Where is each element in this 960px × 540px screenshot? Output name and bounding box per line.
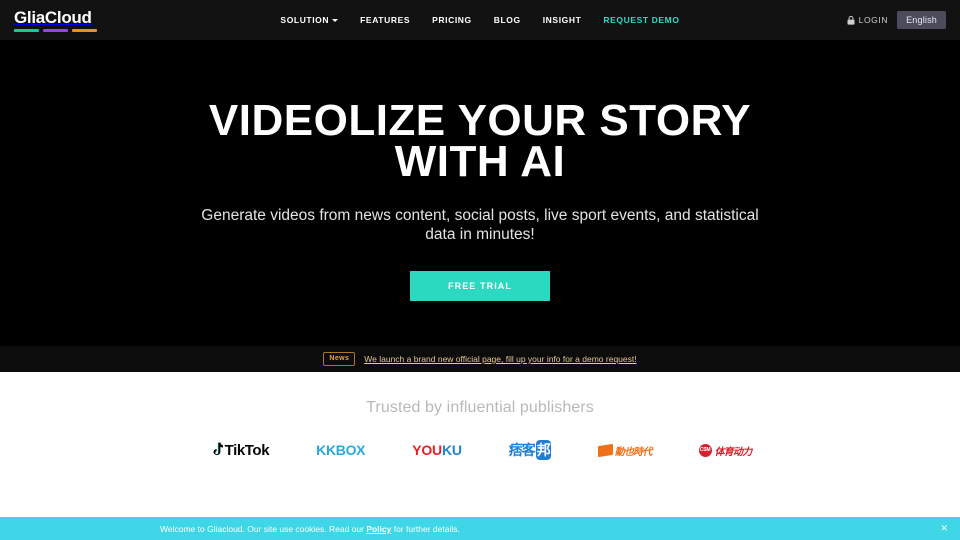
publisher-logo-tiktok: TikTok [209, 439, 270, 461]
nav-item-blog[interactable]: BLOG [494, 15, 521, 25]
nav-item-insight[interactable]: INSIGHT [543, 15, 582, 25]
kkbox-label: KKBOX [316, 442, 366, 458]
login-label: LOGIN [858, 15, 889, 25]
hero-subtitle: Generate videos from news content, socia… [201, 207, 759, 243]
youku-label-part2: KU [441, 442, 462, 458]
nav-item-pricing[interactable]: PRICING [432, 15, 472, 25]
cookie-text-before: Welcome to Gliacloud. Our site use cooki… [160, 523, 367, 534]
site-logo[interactable]: GliaCloud [14, 7, 97, 32]
lock-icon [847, 15, 855, 25]
tiktok-note-icon [213, 442, 223, 456]
csm-circle-icon: CSM [698, 443, 712, 457]
news-announcement-bar: News We launch a brand new official page… [0, 346, 960, 372]
publisher-logo-csm-tiyu-dongli: CSM 体育动力 [698, 439, 753, 461]
nav-label-solution: SOLUTION [280, 15, 330, 25]
hero-title: VIDEOLIZE YOUR STORY WITH AI [208, 96, 752, 186]
login-link[interactable]: LOGIN [847, 15, 888, 25]
youku-label-part1: YOU [412, 442, 442, 458]
pixnet-label-part2: 邦 [535, 440, 551, 460]
publisher-logo-dongli-shidai: 動也時代 [597, 439, 653, 461]
publisher-logo-kkbox: KKBOX [316, 439, 365, 461]
dongli-label: 動也時代 [614, 446, 653, 458]
publisher-logo-row: TikTok KKBOX YOU KU 痞客 邦 動也時代 CSM 体育动力 [209, 439, 752, 461]
nav-item-features[interactable]: FEATURES [360, 15, 410, 25]
free-trial-button[interactable]: FREE TRIAL [410, 271, 550, 301]
logo-bar-orange [72, 28, 97, 32]
logo-bar-teal [14, 28, 39, 32]
chevron-down-icon [332, 19, 339, 22]
nav-item-request-demo[interactable]: REQUEST DEMO [603, 15, 679, 25]
language-selector-button[interactable]: English [897, 11, 946, 29]
publisher-logo-youku: YOU KU [412, 439, 462, 461]
header-actions: LOGIN English [847, 11, 946, 29]
nav-item-solution[interactable]: SOLUTION [280, 15, 339, 25]
logo-text: GliaCloud [14, 7, 92, 27]
tiktok-label: TikTok [224, 441, 270, 459]
logo-underline-bars [14, 28, 97, 32]
dongli-mark-icon [597, 443, 613, 457]
cookie-consent-bar: Welcome to Gliacloud. Our site use cooki… [0, 517, 960, 540]
publisher-logo-pixnet: 痞客 邦 [509, 439, 551, 461]
primary-nav: SOLUTION FEATURES PRICING BLOG INSIGHT R… [0, 15, 960, 25]
publishers-section: Trusted by influential publishers TikTok… [0, 372, 960, 517]
logo-bar-purple [43, 28, 68, 32]
news-badge: News [323, 352, 356, 366]
cookie-close-button[interactable]: ✕ [940, 524, 948, 533]
publishers-title: Trusted by influential publishers [366, 399, 594, 416]
csm-label: 体育动力 [714, 446, 753, 458]
cookie-text-after: for further details. [391, 523, 460, 534]
cookie-message: Welcome to Gliacloud. Our site use cooki… [160, 524, 460, 534]
page-root: GliaCloud SOLUTION FEATURES PRICING BLOG… [0, 0, 960, 540]
cookie-policy-link[interactable]: Policy [366, 524, 391, 534]
news-link[interactable]: We launch a brand new official page, fil… [364, 354, 636, 364]
pixnet-label-part1: 痞客 [508, 442, 536, 458]
site-header: GliaCloud SOLUTION FEATURES PRICING BLOG… [0, 0, 960, 40]
hero-section: VIDEOLIZE YOUR STORY WITH AI Generate vi… [0, 40, 960, 346]
